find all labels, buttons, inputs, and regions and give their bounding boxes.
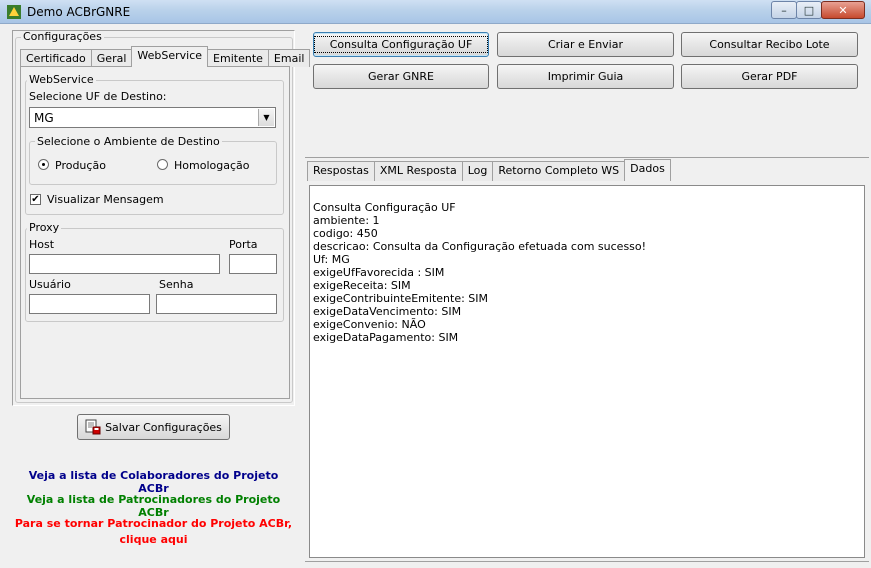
visualizar-mensagem-checkbox[interactable]: ✔ bbox=[30, 194, 41, 205]
usuario-label: Usuário bbox=[29, 278, 71, 291]
memo-line: Consulta Configuração UF bbox=[313, 201, 456, 214]
senha-input[interactable] bbox=[156, 294, 277, 314]
tab-retorno-completo-ws[interactable]: Retorno Completo WS bbox=[492, 161, 626, 181]
producao-label[interactable]: Produção bbox=[55, 159, 106, 172]
tornar-patrocinador-link[interactable]: Para se tornar Patrocinador do Projeto A… bbox=[12, 517, 295, 530]
title-bar[interactable]: Demo ACBrGNRE – □ ✕ bbox=[0, 0, 871, 24]
memo-line: exigeConvenio: NÃO bbox=[313, 318, 426, 331]
app-icon bbox=[7, 5, 21, 19]
minimize-button[interactable]: – bbox=[771, 1, 797, 19]
consulta-config-uf-label: Consulta Configuração UF bbox=[313, 36, 489, 53]
memo-line: exigeDataPagamento: SIM bbox=[313, 331, 459, 344]
producao-radio[interactable] bbox=[38, 159, 49, 170]
tab-geral[interactable]: Geral bbox=[90, 49, 133, 67]
clique-aqui-link[interactable]: clique aqui bbox=[12, 533, 295, 546]
tab-log[interactable]: Log bbox=[461, 161, 494, 181]
criar-enviar-button[interactable]: Criar e Enviar bbox=[497, 32, 674, 57]
window-controls: – □ ✕ bbox=[771, 1, 865, 19]
imprimir-guia-button[interactable]: Imprimir Guia bbox=[497, 64, 674, 89]
window-title: Demo ACBrGNRE bbox=[27, 5, 131, 19]
host-label: Host bbox=[29, 238, 55, 251]
memo-line: Uf: MG bbox=[313, 253, 350, 266]
tab-dados[interactable]: Dados bbox=[624, 159, 671, 181]
webservice-group-label: WebService bbox=[27, 73, 96, 86]
porta-label: Porta bbox=[229, 238, 258, 251]
result-tabs: Respostas XML Resposta Log Retorno Compl… bbox=[307, 159, 671, 181]
memo-line: exigeUfFavorecida : SIM bbox=[313, 266, 445, 279]
close-button[interactable]: ✕ bbox=[821, 1, 865, 19]
tab-emitente[interactable]: Emitente bbox=[207, 49, 269, 67]
tab-xml-resposta[interactable]: XML Resposta bbox=[373, 161, 463, 181]
proxy-group-label: Proxy bbox=[27, 221, 62, 234]
memo-line: exigeDataVencimento: SIM bbox=[313, 305, 462, 318]
consultar-recibo-lote-button[interactable]: Consultar Recibo Lote bbox=[681, 32, 858, 57]
memo-line: descricao: Consulta da Configuração efet… bbox=[313, 240, 647, 253]
divider bbox=[305, 561, 869, 562]
patrocinadores-link[interactable]: Veja a lista de Patrocinadores do Projet… bbox=[12, 493, 295, 519]
gerar-pdf-button[interactable]: Gerar PDF bbox=[681, 64, 858, 89]
main-window: Demo ACBrGNRE – □ ✕ Configurações Certif… bbox=[0, 0, 871, 568]
save-config-button[interactable]: Salvar Configurações bbox=[77, 414, 230, 440]
tab-webservice[interactable]: WebService bbox=[131, 46, 209, 67]
memo-line: exigeReceita: SIM bbox=[313, 279, 411, 292]
config-tabs: Certificado Geral WebService Emitente Em… bbox=[20, 46, 311, 67]
ambiente-group-label: Selecione o Ambiente de Destino bbox=[35, 135, 222, 148]
config-group-label: Configurações bbox=[21, 30, 104, 43]
homologacao-label[interactable]: Homologação bbox=[174, 159, 249, 172]
chevron-down-icon[interactable]: ▼ bbox=[258, 109, 274, 126]
tab-certificado[interactable]: Certificado bbox=[20, 49, 92, 67]
gerar-gnre-button[interactable]: Gerar GNRE bbox=[313, 64, 489, 89]
host-input[interactable] bbox=[29, 254, 220, 274]
senha-label: Senha bbox=[159, 278, 194, 291]
usuario-input[interactable] bbox=[29, 294, 150, 314]
dados-memo[interactable]: Consulta Configuração UF ambiente: 1 cod… bbox=[309, 185, 865, 558]
memo-line: codigo: 450 bbox=[313, 227, 378, 240]
porta-input[interactable] bbox=[229, 254, 277, 274]
save-icon bbox=[85, 419, 101, 435]
visualizar-mensagem-label[interactable]: Visualizar Mensagem bbox=[47, 193, 164, 206]
colaboradores-link[interactable]: Veja a lista de Colaboradores do Projeto… bbox=[12, 469, 295, 495]
homologacao-radio[interactable] bbox=[157, 159, 168, 170]
uf-select[interactable]: MG ▼ bbox=[29, 107, 276, 128]
save-config-label: Salvar Configurações bbox=[105, 420, 222, 434]
uf-select-value: MG bbox=[34, 111, 54, 125]
maximize-button[interactable]: □ bbox=[796, 1, 822, 19]
tab-respostas[interactable]: Respostas bbox=[307, 161, 375, 181]
memo-line: exigeContribuinteEmitente: SIM bbox=[313, 292, 489, 305]
uf-label: Selecione UF de Destino: bbox=[29, 90, 167, 103]
memo-line: ambiente: 1 bbox=[313, 214, 380, 227]
consulta-config-uf-button[interactable]: Consulta Configuração UF bbox=[313, 32, 489, 57]
